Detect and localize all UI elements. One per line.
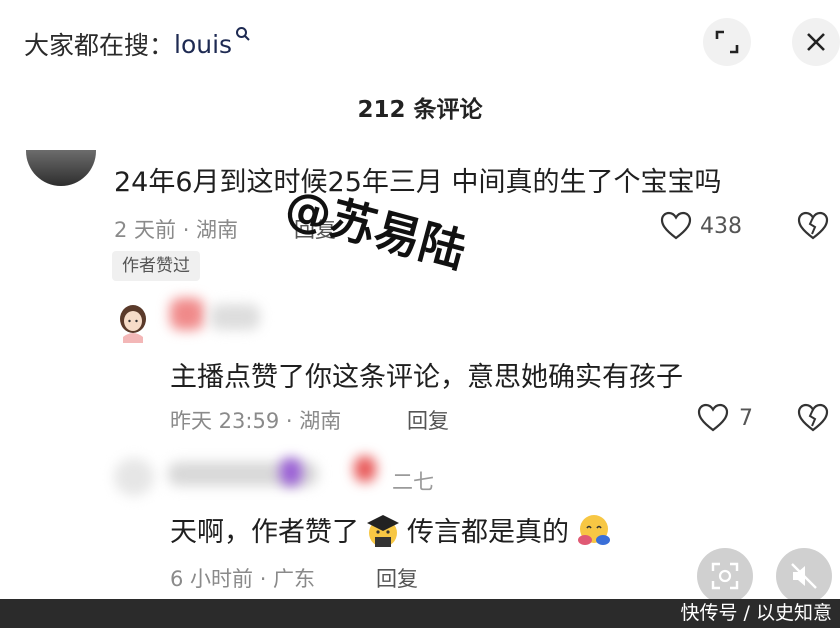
avatar[interactable] [26,150,96,186]
blurred-emoji [280,458,302,486]
comment-text-part: 天啊，作者赞了 [170,517,359,548]
heart-icon [697,403,729,432]
dislike-button[interactable] [797,403,829,437]
scan-button[interactable] [697,548,753,604]
search-icon[interactable] [235,26,251,46]
like-count: 7 [739,405,753,431]
close-button[interactable] [792,18,840,66]
comment-time-location: 6 小时前 · 广东 [170,567,316,591]
like-button[interactable]: 7 [697,403,753,433]
mute-button[interactable] [776,548,832,604]
like-button[interactable]: 438 [660,211,742,241]
blurred-avatar-mark [170,298,204,330]
search-prefix: 大家都在搜： [24,31,175,60]
comment-time-location: 2 天前 · 湖南 [114,218,239,242]
blurred-username [210,304,260,330]
search-keyword[interactable]: louis [174,30,232,59]
hugging-emoji-icon [578,514,610,545]
like-count: 438 [700,213,742,239]
scan-icon [711,562,739,590]
blurred-emoji [354,456,376,482]
source-credit: 快传号 / 以史知意 [680,602,832,624]
author-liked-badge: 作者赞过 [112,251,200,281]
close-icon [807,33,825,51]
expand-icon [715,30,739,54]
broken-heart-icon [797,211,829,240]
comment-text-part: 传言都是真的 [407,517,569,548]
expand-button[interactable] [703,18,751,66]
reply-button[interactable]: 回复 [407,405,449,435]
avatar[interactable] [114,458,154,496]
comment-time-location: 昨天 23:59 · 湖南 [170,409,342,433]
comment-text: 24年6月到这时候25年三月 中间真的生了个宝宝吗 [114,167,722,198]
search-suggestion[interactable]: 大家都在搜： louis [24,22,251,66]
dislike-button[interactable] [797,211,829,245]
comment-text: 天啊，作者赞了 传言都是真的 [170,510,613,549]
heart-icon [660,211,692,240]
broken-heart-icon [797,403,829,432]
comment-count-title: 212 条评论 [357,97,483,123]
comment-text: 主播点赞了你这条评论，意思她确实有孩子 [170,362,683,393]
graduation-emoji-icon [367,514,399,547]
source-footer: 快传号 / 以史知意 [0,599,840,628]
speaker-muted-icon [791,563,817,589]
avatar[interactable] [116,303,150,343]
username-fragment: 二七 [392,470,434,494]
reply-button[interactable]: 回复 [376,563,418,593]
